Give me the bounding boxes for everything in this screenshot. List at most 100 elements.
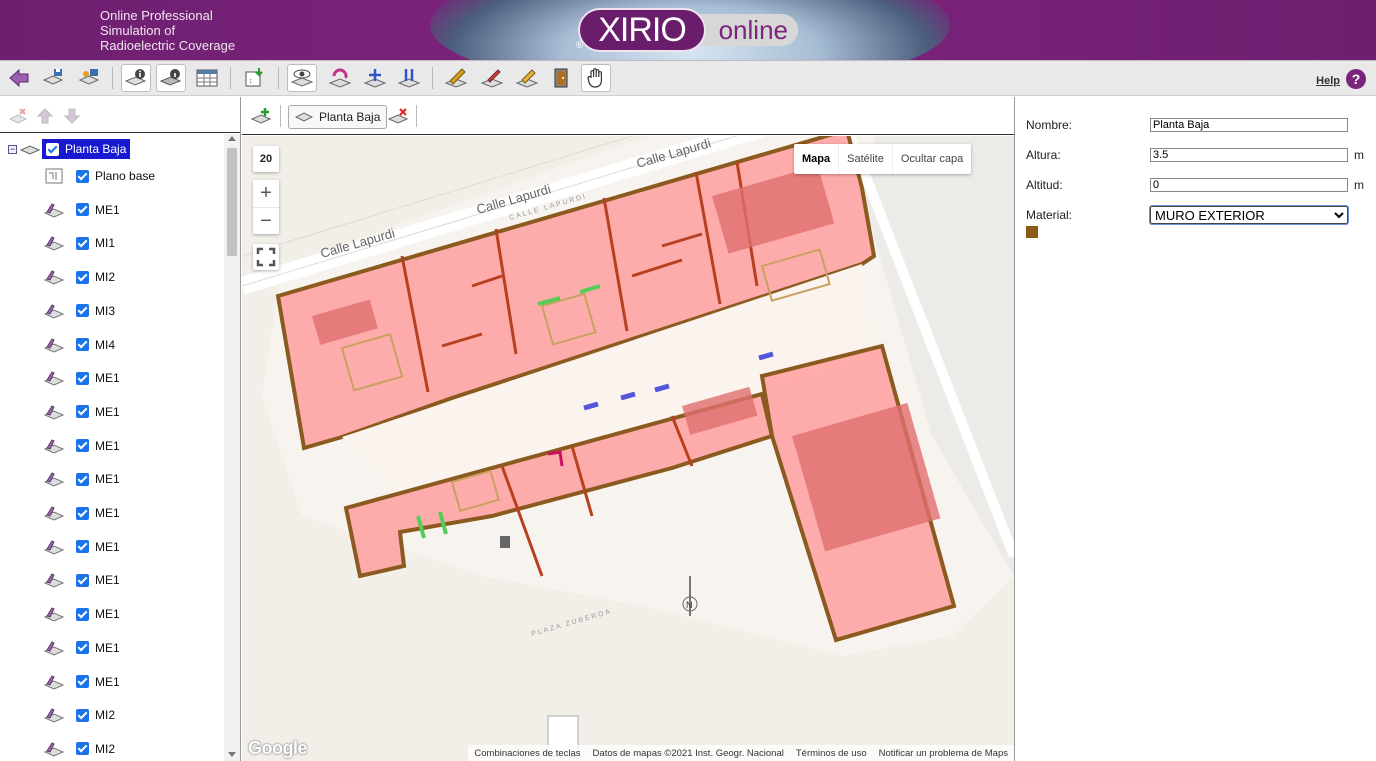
tree-item[interactable]: ME1 [44,367,120,389]
tree-root-selected[interactable]: Planta Baja [42,139,131,159]
align-icon[interactable] [394,64,424,92]
add-layer-icon[interactable] [251,107,271,125]
delete-layer-icon[interactable] [9,107,27,125]
back-arrow-icon[interactable] [4,64,34,92]
tree-item-checkbox[interactable] [76,742,89,756]
door-icon[interactable] [546,64,576,92]
tree-item[interactable]: Plano base [44,165,155,187]
tree-item-checkbox[interactable] [76,236,89,250]
floor-plan-map[interactable]: Calle Lapurdi Calle Lapurdi Calle Lapurd… [242,136,1014,761]
help-link[interactable]: Help [1316,75,1340,87]
tree-item-label: Plano base [95,169,156,183]
tree-item-label: ME1 [95,506,120,520]
height-row: Altura: m [1026,145,1376,165]
tree-item[interactable]: MI2 [44,266,115,288]
hand-pan-icon[interactable] [581,64,611,92]
material-color-swatch [1026,226,1038,238]
hide-layer-button[interactable]: Ocultar capa [891,144,971,174]
tree-root-node[interactable]: − Planta Baja [8,138,131,160]
tree-item-checkbox[interactable] [76,506,89,520]
save-icon[interactable] [38,64,68,92]
scroll-thumb[interactable] [227,148,237,256]
tree-item-checkbox[interactable] [76,439,89,453]
root-checkbox[interactable] [46,142,59,156]
tree-item[interactable]: MI3 [44,300,115,322]
material-select[interactable]: MURO EXTERIOR [1149,205,1349,225]
height-input[interactable] [1150,148,1348,162]
tree-item[interactable]: MI4 [44,334,115,356]
tree-item[interactable]: MI2 [44,704,115,726]
tree-item[interactable]: ME1 [44,401,120,423]
help-icon[interactable]: ? [1346,69,1366,89]
move-down-icon[interactable] [63,107,81,125]
layer-tree: − Planta Baja Plano base ME1 MI1 MI2 MI3 MI4 M… [0,134,224,761]
tree-item-checkbox[interactable] [76,371,89,385]
zoom-in-button[interactable]: + [253,180,279,207]
base-plan-icon [45,168,63,184]
tree-item[interactable]: ME1 [44,502,120,524]
active-layer-button[interactable]: Planta Baja [288,105,388,129]
name-input[interactable] [1150,118,1348,132]
map-type-satellite[interactable]: Satélite [838,144,892,174]
tree-item-checkbox[interactable] [76,405,89,419]
tree-item[interactable]: ME1 [44,536,120,558]
collapse-icon[interactable]: − [8,144,17,154]
view-eye-icon[interactable] [287,64,317,92]
tree-item[interactable]: ME1 [44,637,120,659]
tree-item-checkbox[interactable] [76,270,89,284]
remove-layer-icon[interactable] [388,107,408,125]
fullscreen-button[interactable] [253,244,279,270]
tree-item-checkbox[interactable] [76,573,89,587]
tree-item-checkbox[interactable] [76,304,89,318]
scroll-up-icon[interactable] [228,136,236,141]
material-label: Material: [1026,208,1073,222]
tree-item-checkbox[interactable] [76,675,89,688]
draw-wall-icon[interactable] [441,64,471,92]
move-up-icon[interactable] [36,107,54,125]
logo-main: XIRIO [578,8,706,52]
tree-item-checkbox[interactable] [76,203,89,217]
altitude-input[interactable] [1150,178,1348,192]
svg-text:N: N [686,600,693,610]
table-icon[interactable] [192,64,222,92]
map-canvas[interactable]: Calle Lapurdi Calle Lapurdi Calle Lapurd… [242,136,1014,761]
move-icon[interactable] [360,64,390,92]
tree-item-label: ME1 [95,371,120,386]
fullscreen-icon [256,247,276,267]
tree-item[interactable]: MI2 [44,738,115,760]
tree-item-label: ME1 [95,607,120,622]
tree-item-checkbox[interactable] [76,641,89,655]
floor-icon [295,112,313,122]
layer-info-icon[interactable] [121,64,151,92]
tree-item-checkbox[interactable] [76,472,89,486]
tree-item-checkbox[interactable] [76,540,89,554]
tree-item[interactable]: ME1 [44,569,120,591]
tree-item[interactable]: ME1 [44,671,120,693]
tree-item[interactable]: ME1 [44,603,120,625]
scroll-down-icon[interactable] [228,752,236,757]
keyboard-shortcuts-link[interactable]: Combinaciones de teclas [474,748,580,759]
tree-item[interactable]: MI1 [44,232,115,254]
import-plan-icon[interactable]: ↕ [240,64,270,92]
map-type-map[interactable]: Mapa [794,144,838,174]
terms-link[interactable]: Términos de uso [796,748,867,759]
tree-item[interactable]: ME1 [44,435,120,457]
report-problem-link[interactable]: Notificar un problema de Maps [879,748,1008,759]
layer-tree-panel: − Planta Baja Plano base ME1 MI1 MI2 MI3 MI4 M… [0,97,241,761]
tree-toolbar [0,97,240,133]
save-as-icon[interactable] [74,64,104,92]
layer-details-icon[interactable] [156,64,186,92]
tree-item-checkbox[interactable] [76,169,89,183]
tree-item[interactable]: ME1 [44,468,120,490]
edit-wall-icon[interactable] [477,64,507,92]
height-unit: m [1354,148,1364,162]
tree-item[interactable]: ME1 [44,199,120,221]
tree-item-checkbox[interactable] [76,607,89,621]
zoom-out-button[interactable]: − [253,207,279,234]
tree-item-checkbox[interactable] [76,708,89,722]
tree-item-label: MI3 [95,303,116,318]
rotate-icon[interactable] [325,64,355,92]
tree-scrollbar[interactable] [224,134,240,761]
tree-item-checkbox[interactable] [76,338,89,351]
paint-icon[interactable] [512,64,542,92]
